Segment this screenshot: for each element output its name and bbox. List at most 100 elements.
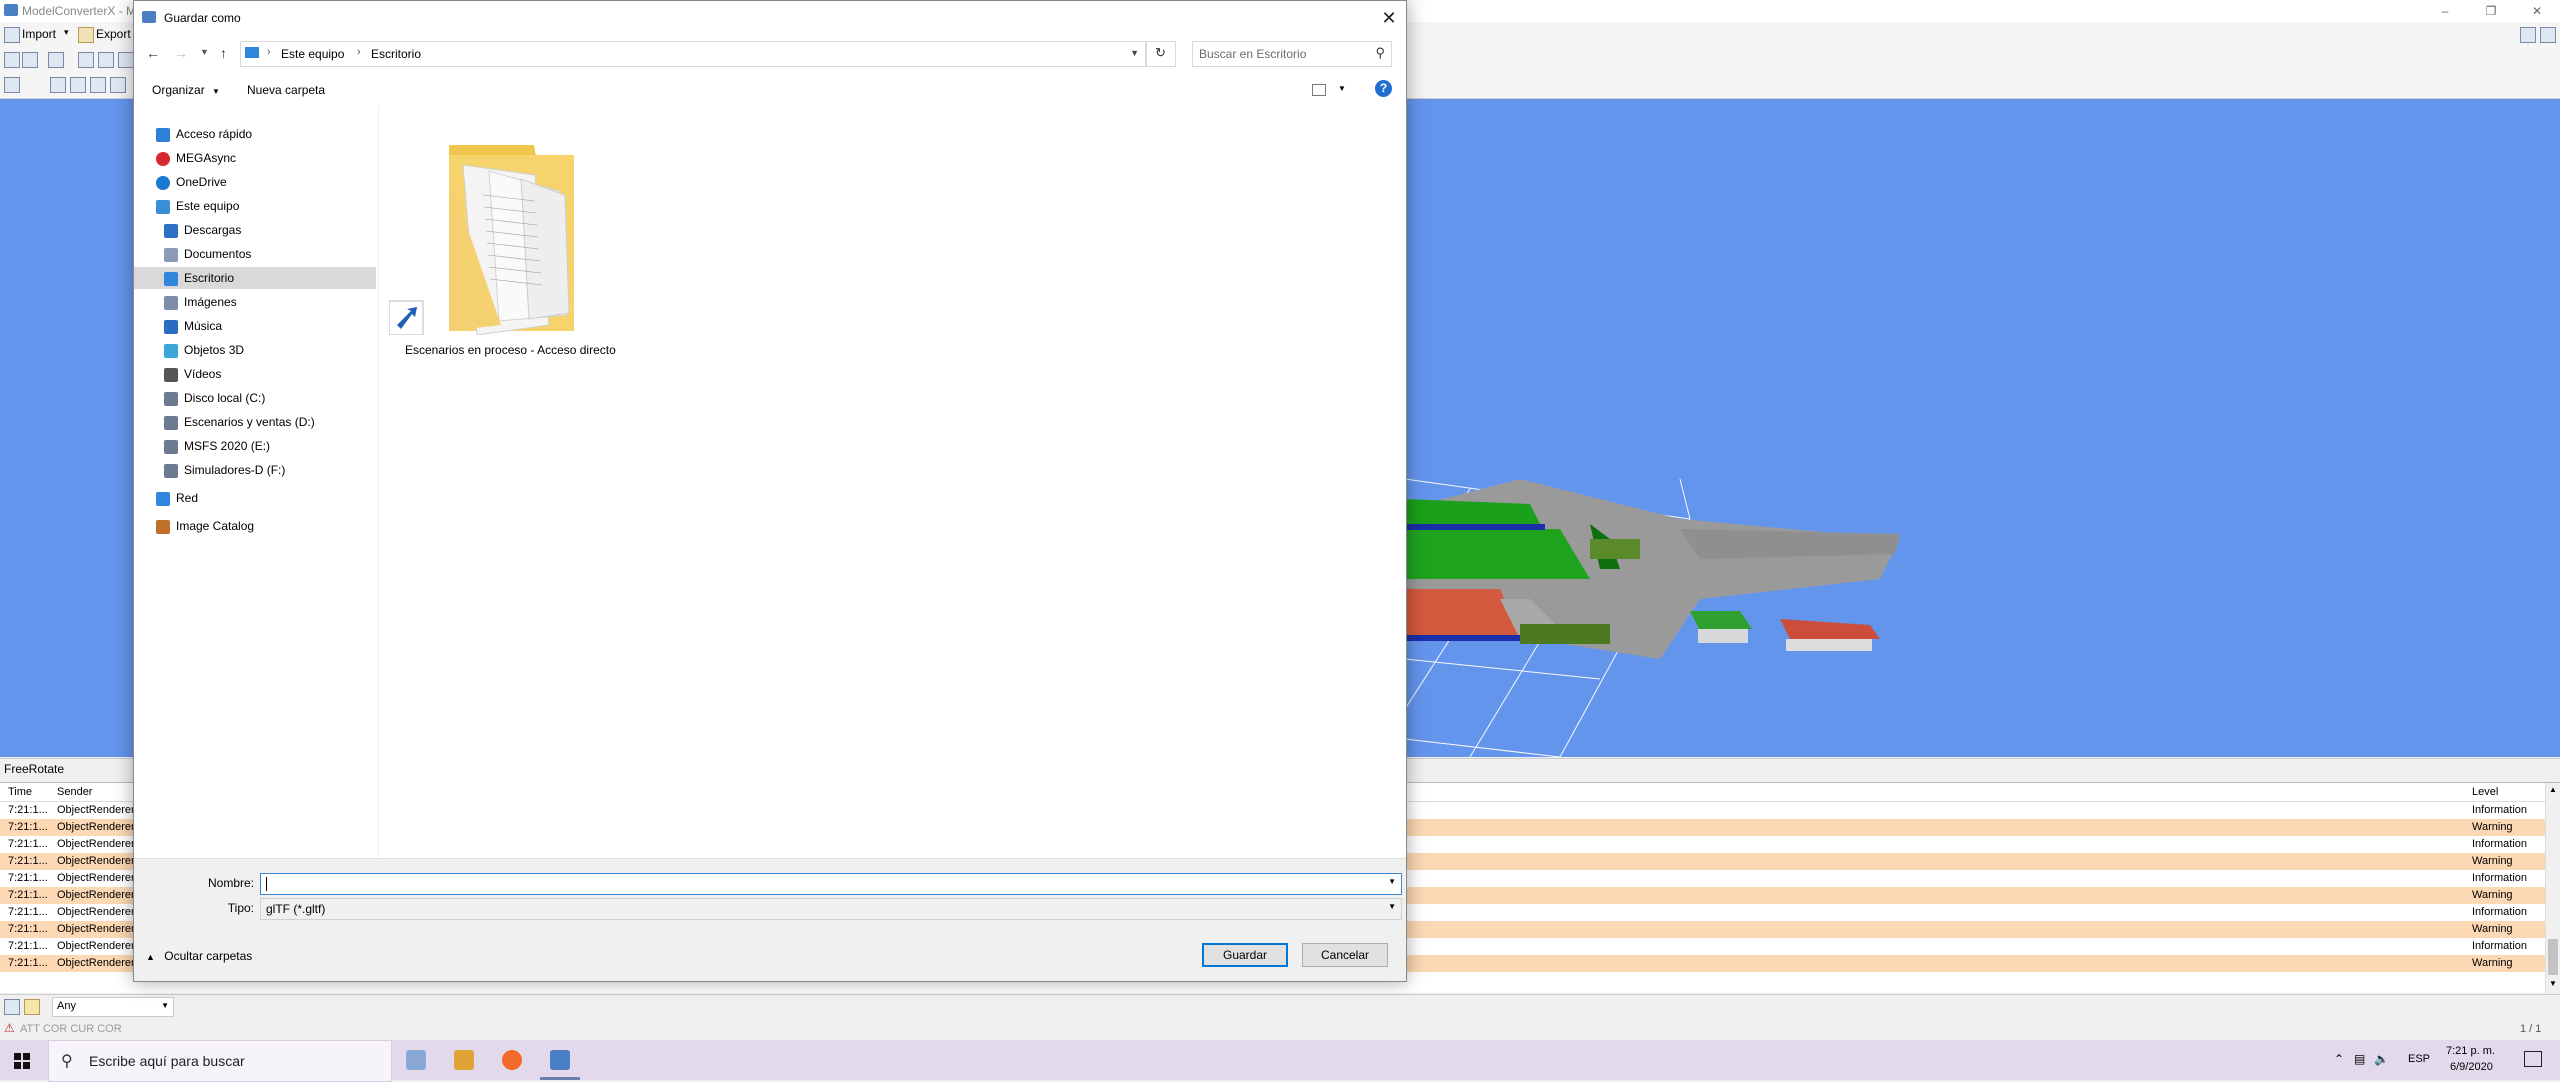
- chevron-up-icon: ▲: [146, 952, 155, 962]
- nav-item[interactable]: MSFS 2020 (E:): [134, 435, 376, 457]
- nav-item[interactable]: Documentos: [134, 243, 376, 265]
- cloud-icon: [156, 175, 170, 190]
- cancel-button[interactable]: Cancelar: [1302, 943, 1388, 967]
- nav-item[interactable]: Objetos 3D: [134, 339, 376, 361]
- hide-folders-toggle[interactable]: ▲ Ocultar carpetas: [146, 949, 252, 963]
- address-dropdown-icon[interactable]: ▼: [1130, 48, 1139, 58]
- back-arrow-icon[interactable]: ←: [146, 45, 160, 61]
- chevron-down-icon: ▼: [161, 1001, 169, 1010]
- pin-icon[interactable]: [98, 52, 114, 68]
- folder-search-input[interactable]: Buscar en Escritorio ⚲: [1192, 41, 1392, 67]
- star-icon: [156, 127, 170, 142]
- log-column-level[interactable]: Level: [2472, 786, 2498, 798]
- paint-app-icon[interactable]: [454, 1050, 474, 1070]
- help-icon[interactable]: ?: [1375, 80, 1392, 97]
- modelconverterx-app-icon[interactable]: [550, 1050, 570, 1070]
- address-bar[interactable]: › Este equipo › Escritorio ▼: [240, 41, 1146, 67]
- file-item-label: Escenarios en proceso - Acceso directo: [405, 343, 616, 357]
- taskbar: ⚲ Escribe aquí para buscar ⌃ ▤ 🔈 ESP 7:2…: [0, 1040, 2560, 1082]
- view-options-icon[interactable]: [1312, 84, 1326, 96]
- network-tray-icon[interactable]: ▤: [2354, 1052, 2365, 1066]
- windows-start-icon[interactable]: [14, 1053, 30, 1069]
- nav-item[interactable]: OneDrive: [134, 171, 376, 193]
- up-arrow-icon[interactable]: ↑: [220, 45, 227, 61]
- dialog-bottom-area: Nombre: ▼ Tipo: glTF (*.gltf) ▼ ▲ Oculta…: [134, 858, 1406, 981]
- save-button[interactable]: Guardar: [1202, 943, 1288, 967]
- language-indicator[interactable]: ESP: [2408, 1053, 2430, 1065]
- scroll-down-icon[interactable]: ▼: [2549, 979, 2557, 988]
- nav-item[interactable]: Escritorio: [134, 267, 376, 289]
- zoom-icon[interactable]: [78, 52, 94, 68]
- log-time: 7:21:1...: [8, 889, 48, 901]
- chevron-down-icon: ▼: [212, 87, 220, 96]
- view-dropdown-icon[interactable]: ▼: [1338, 84, 1346, 93]
- axis-icon[interactable]: [70, 77, 86, 93]
- firefox-icon[interactable]: [502, 1050, 522, 1070]
- log-scrollbar[interactable]: ▲ ▼: [2545, 783, 2560, 993]
- back-icon[interactable]: [4, 52, 20, 68]
- filter-select[interactable]: Any ▼: [52, 997, 174, 1017]
- forward-arrow-icon[interactable]: →: [174, 45, 188, 61]
- close-icon[interactable]: ✕: [2514, 0, 2560, 22]
- filetype-label: Tipo:: [227, 901, 254, 915]
- filename-input[interactable]: ▼: [260, 873, 1402, 895]
- notifications-icon[interactable]: [2524, 1051, 2542, 1067]
- address-row: ← → ▼ ↑ › Este equipo › Escritorio ▼ ↻ B…: [134, 35, 1406, 71]
- import-button[interactable]: Import: [22, 27, 56, 41]
- organize-button[interactable]: Organizar ▼: [152, 83, 220, 97]
- breadcrumb-escritorio[interactable]: Escritorio: [371, 47, 421, 61]
- grid-toggle-icon[interactable]: [4, 77, 20, 93]
- log-column-time[interactable]: Time: [8, 786, 32, 798]
- refresh-button[interactable]: ↻: [1146, 41, 1176, 67]
- log-level: Information: [2472, 838, 2528, 850]
- clock-date[interactable]: 6/9/2020: [2450, 1061, 2493, 1073]
- grid-view-icon[interactable]: [50, 77, 66, 93]
- search-icon: ⚲: [61, 1053, 73, 1070]
- nav-item[interactable]: Acceso rápido: [134, 123, 376, 145]
- nav-item[interactable]: Imágenes: [134, 291, 376, 313]
- minimize-icon[interactable]: –: [2422, 0, 2468, 22]
- nav-item[interactable]: Vídeos: [134, 363, 376, 385]
- wireframe-icon[interactable]: [90, 77, 106, 93]
- scroll-thumb[interactable]: [2548, 939, 2558, 975]
- clear-filter-icon[interactable]: [24, 999, 40, 1015]
- scroll-up-icon[interactable]: ▲: [2549, 785, 2557, 794]
- app-help-icon[interactable]: [2540, 27, 2556, 43]
- import-dropdown-icon[interactable]: ▾: [64, 27, 69, 38]
- breadcrumb-este-equipo[interactable]: Este equipo: [281, 47, 344, 61]
- file-item-shortcut[interactable]: Escenarios en proceso - Acceso directo: [389, 135, 616, 375]
- clock-time[interactable]: 7:21 p. m.: [2446, 1045, 2495, 1057]
- organize-label: Organizar: [152, 83, 205, 97]
- recent-chevron-icon[interactable]: ▼: [200, 47, 209, 57]
- file-list[interactable]: Escenarios en proceso - Acceso directo: [379, 105, 1405, 857]
- log-sender: ObjectRenderer: [57, 923, 135, 935]
- layers-icon[interactable]: [118, 52, 134, 68]
- nav-item[interactable]: Simuladores-D (F:): [134, 459, 376, 481]
- nav-item[interactable]: Descargas: [134, 219, 376, 241]
- document-icon: [164, 247, 178, 262]
- nav-item[interactable]: MEGAsync: [134, 147, 376, 169]
- nav-item[interactable]: Disco local (C:): [134, 387, 376, 409]
- explorer-app-icon[interactable]: [406, 1050, 426, 1070]
- texture-icon[interactable]: [110, 77, 126, 93]
- new-folder-button[interactable]: Nueva carpeta: [247, 83, 325, 97]
- log-column-sender[interactable]: Sender: [57, 786, 92, 798]
- dialog-titlebar: Guardar como ✕: [134, 1, 1406, 35]
- filetype-select[interactable]: glTF (*.gltf) ▼: [260, 898, 1402, 920]
- app-settings-icon[interactable]: [2520, 27, 2536, 43]
- dialog-close-icon[interactable]: ✕: [1376, 5, 1402, 31]
- nav-item[interactable]: Este equipo: [134, 195, 376, 217]
- chevron-down-icon[interactable]: ▼: [1388, 877, 1396, 886]
- export-button[interactable]: Export: [96, 27, 131, 41]
- edit-filter-icon[interactable]: [4, 999, 20, 1015]
- nav-item[interactable]: Red: [134, 487, 376, 509]
- tray-chevron-up-icon[interactable]: ⌃: [2334, 1052, 2344, 1066]
- nav-item[interactable]: Image Catalog: [134, 515, 376, 537]
- maximize-icon[interactable]: ❐: [2468, 0, 2514, 22]
- taskbar-search[interactable]: ⚲ Escribe aquí para buscar: [48, 1040, 392, 1082]
- forward-icon[interactable]: [22, 52, 38, 68]
- nav-item[interactable]: Música: [134, 315, 376, 337]
- page-icon[interactable]: [48, 52, 64, 68]
- nav-item[interactable]: Escenarios y ventas (D:): [134, 411, 376, 433]
- volume-icon[interactable]: 🔈: [2374, 1052, 2389, 1066]
